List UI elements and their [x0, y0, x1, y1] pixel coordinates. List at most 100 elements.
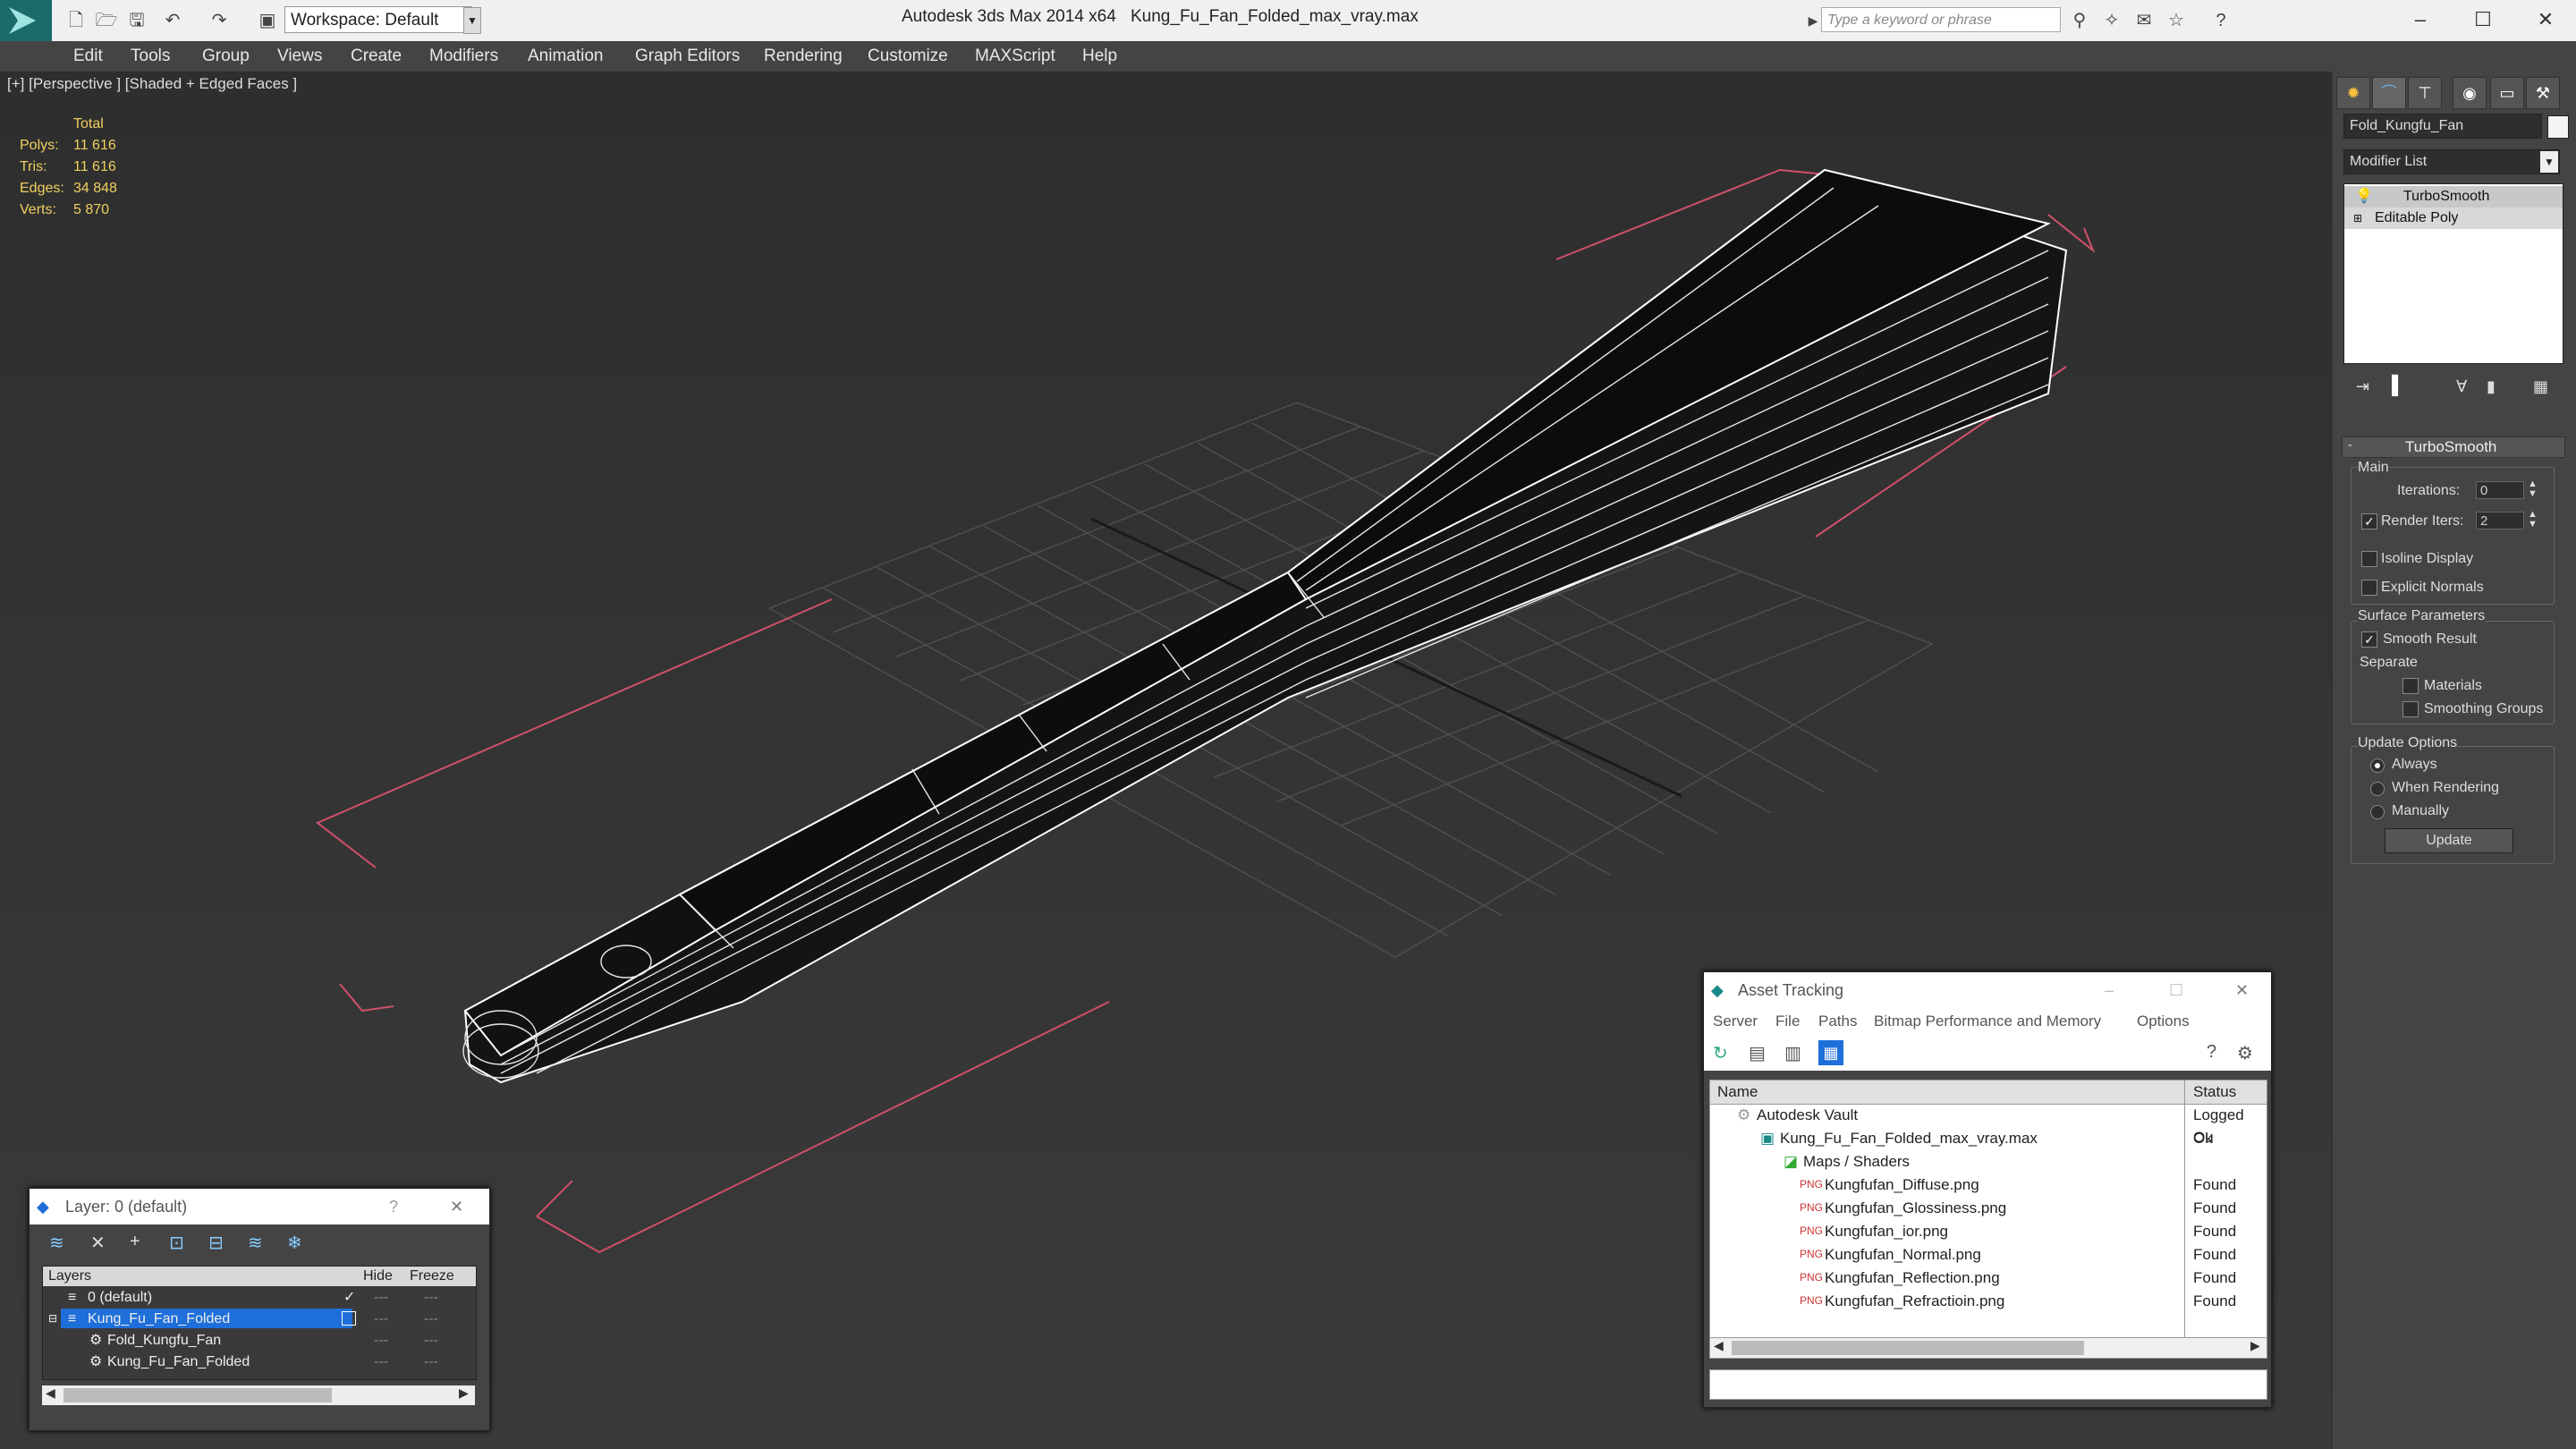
object-color-swatch[interactable]: [2547, 115, 2569, 139]
asset-row[interactable]: PNG Kungfufan_ior.png Found: [1710, 1220, 2267, 1242]
explicit-normals-checkbox[interactable]: [2361, 580, 2377, 596]
help-icon[interactable]: ?: [2207, 1042, 2216, 1063]
col-layers[interactable]: Layers: [48, 1267, 91, 1286]
scroll-left-icon[interactable]: ◀: [1714, 1338, 1724, 1353]
communication-icon[interactable]: ✉: [2132, 9, 2156, 32]
col-hide[interactable]: Hide: [363, 1267, 393, 1286]
hide-toggle[interactable]: ---: [374, 1351, 388, 1373]
display-tab-icon[interactable]: ▭: [2490, 77, 2524, 109]
iterations-spinner[interactable]: 0: [2476, 481, 2524, 499]
undo-icon[interactable]: ↶: [161, 9, 184, 32]
freeze-toggle[interactable]: ---: [424, 1351, 438, 1373]
hide-toggle[interactable]: ---: [374, 1308, 388, 1330]
close-icon[interactable]: ✕: [2235, 972, 2249, 1008]
close-icon[interactable]: ✕: [450, 1189, 463, 1224]
asset-path-field[interactable]: [1709, 1369, 2267, 1400]
menu-modifiers[interactable]: Modifiers: [429, 41, 498, 72]
asset-dialog-titlebar[interactable]: ◆ Asset Tracking – ☐ ✕: [1704, 972, 2271, 1008]
create-layer-icon[interactable]: ≋: [49, 1232, 64, 1254]
render-iters-spinner[interactable]: 2: [2476, 512, 2524, 530]
always-radio[interactable]: [2370, 758, 2385, 773]
menu-views[interactable]: Views: [277, 41, 322, 72]
asset-row[interactable]: ▣ Kung_Fu_Fan_Folded_max_vray.max Ok: [1710, 1127, 2267, 1149]
materials-checkbox[interactable]: [2402, 678, 2419, 694]
manually-radio[interactable]: [2370, 805, 2385, 819]
workspace-dropdown[interactable]: Workspace: Default: [284, 6, 472, 33]
table-view-icon[interactable]: ▦: [1818, 1040, 1843, 1065]
asset-row[interactable]: PNG Kungfufan_Diffuse.png Found: [1710, 1174, 2267, 1196]
scroll-left-icon[interactable]: ◀: [46, 1385, 55, 1401]
collapse-icon[interactable]: ⊟: [48, 1308, 57, 1330]
layer-horizontal-scrollbar[interactable]: ◀ ▶: [42, 1385, 475, 1405]
rollout-header[interactable]: - TurboSmooth: [2342, 436, 2565, 458]
asset-row[interactable]: PNG Kungfufan_Reflection.png Found: [1710, 1267, 2267, 1289]
hide-all-icon[interactable]: ≋: [248, 1232, 263, 1254]
render-iters-checkbox[interactable]: ✓: [2361, 513, 2377, 530]
help-button[interactable]: ?: [389, 1189, 398, 1224]
layer-row-kung-fu-fan-folded[interactable]: ⊟ ≡ Kung_Fu_Fan_Folded --- ---: [43, 1308, 476, 1330]
asset-row[interactable]: PNG Kungfufan_Normal.png Found: [1710, 1243, 2267, 1266]
menu-paths[interactable]: Paths: [1818, 1008, 1857, 1035]
menu-edit[interactable]: Edit: [73, 41, 103, 72]
scroll-thumb[interactable]: [1732, 1341, 2084, 1355]
hide-toggle[interactable]: ---: [374, 1329, 388, 1352]
active-check-icon[interactable]: ✓: [343, 1286, 355, 1309]
lightbulb-icon[interactable]: 💡: [2355, 186, 2373, 208]
spinner-arrows-icon[interactable]: ▲ ▼: [2528, 479, 2538, 499]
chevron-down-icon[interactable]: ▼: [2540, 151, 2558, 173]
asset-horizontal-scrollbar[interactable]: ◀ ▶: [1709, 1337, 2267, 1359]
minimize-icon[interactable]: –: [2394, 4, 2447, 36]
create-tab-icon[interactable]: ✹: [2336, 77, 2370, 109]
scroll-right-icon[interactable]: ▶: [459, 1385, 469, 1401]
hide-toggle[interactable]: ---: [374, 1286, 388, 1309]
menu-rendering[interactable]: Rendering: [764, 41, 843, 72]
select-objects-icon[interactable]: ⊡: [169, 1232, 184, 1254]
highlight-layer-icon[interactable]: ⊟: [208, 1232, 224, 1254]
search-input[interactable]: Type a keyword or phrase: [1821, 7, 2061, 32]
freeze-toggle[interactable]: ---: [424, 1286, 438, 1309]
scroll-thumb[interactable]: [64, 1388, 332, 1402]
project-folder-icon[interactable]: ▣: [256, 9, 279, 32]
menu-tools[interactable]: Tools: [131, 41, 170, 72]
layer-row-fold-kungfu-fan[interactable]: ⚙ Fold_Kungfu_Fan --- ---: [43, 1329, 476, 1352]
freeze-toggle[interactable]: ---: [424, 1308, 438, 1330]
object-name-field[interactable]: Fold_Kungfu_Fan: [2343, 114, 2542, 139]
new-file-icon[interactable]: 🗋: [64, 9, 88, 32]
scroll-right-icon[interactable]: ▶: [2250, 1338, 2260, 1353]
layer-row-default[interactable]: ≡ 0 (default) ✓ --- ---: [43, 1286, 476, 1309]
col-freeze[interactable]: Freeze: [410, 1267, 454, 1286]
settings-icon[interactable]: ⚙: [2237, 1042, 2253, 1064]
update-button[interactable]: Update: [2385, 828, 2513, 853]
viewport-label[interactable]: [+] [Perspective ] [Shaded + Edged Faces…: [7, 75, 297, 93]
favorites-star-icon[interactable]: ☆: [2165, 9, 2188, 32]
pin-stack-icon[interactable]: ⇥: [2356, 377, 2369, 396]
freeze-all-icon[interactable]: ❄: [287, 1232, 302, 1254]
expand-icon[interactable]: ⊞: [2353, 208, 2362, 229]
tree-view-icon[interactable]: ▥: [1784, 1042, 1801, 1064]
chevron-down-icon[interactable]: ▼: [463, 7, 481, 34]
smoothing-groups-checkbox[interactable]: [2402, 701, 2419, 717]
stack-item-editable-poly[interactable]: ⊞ Editable Poly: [2344, 208, 2563, 229]
menu-maxscript[interactable]: MAXScript: [975, 41, 1055, 72]
asset-row[interactable]: ⚙ Autodesk Vault Logged Ou: [1710, 1104, 2267, 1146]
menu-options[interactable]: Options: [2137, 1008, 2190, 1035]
layer-row-kung-fu-fan-folded-object[interactable]: ⚙ Kung_Fu_Fan_Folded --- ---: [43, 1351, 476, 1373]
app-logo[interactable]: [0, 0, 52, 41]
collapse-icon[interactable]: -: [2348, 437, 2352, 453]
asset-row[interactable]: ◪ Maps / Shaders: [1710, 1150, 2267, 1173]
set-current-box[interactable]: [342, 1311, 356, 1326]
col-status[interactable]: Status: [2193, 1080, 2236, 1104]
menu-file[interactable]: File: [1775, 1008, 1800, 1035]
list-view-icon[interactable]: ▤: [1749, 1042, 1766, 1064]
col-name[interactable]: Name: [1717, 1080, 1758, 1104]
hierarchy-tab-icon[interactable]: ⊤: [2408, 77, 2442, 109]
layer-dialog-titlebar[interactable]: ◆ Layer: 0 (default) ? ✕: [30, 1189, 489, 1224]
make-unique-icon[interactable]: ∀: [2456, 377, 2467, 396]
minimize-icon[interactable]: –: [2105, 972, 2114, 1008]
add-to-layer-icon[interactable]: +: [130, 1232, 140, 1252]
spinner-arrows-icon[interactable]: ▲ ▼: [2528, 510, 2538, 530]
modifier-list-dropdown[interactable]: Modifier List: [2343, 149, 2560, 174]
remove-modifier-icon[interactable]: ▮: [2487, 377, 2496, 396]
configure-sets-icon[interactable]: ▦: [2533, 377, 2548, 396]
asset-row[interactable]: PNG Kungfufan_Refractioin.png Found: [1710, 1290, 2267, 1312]
